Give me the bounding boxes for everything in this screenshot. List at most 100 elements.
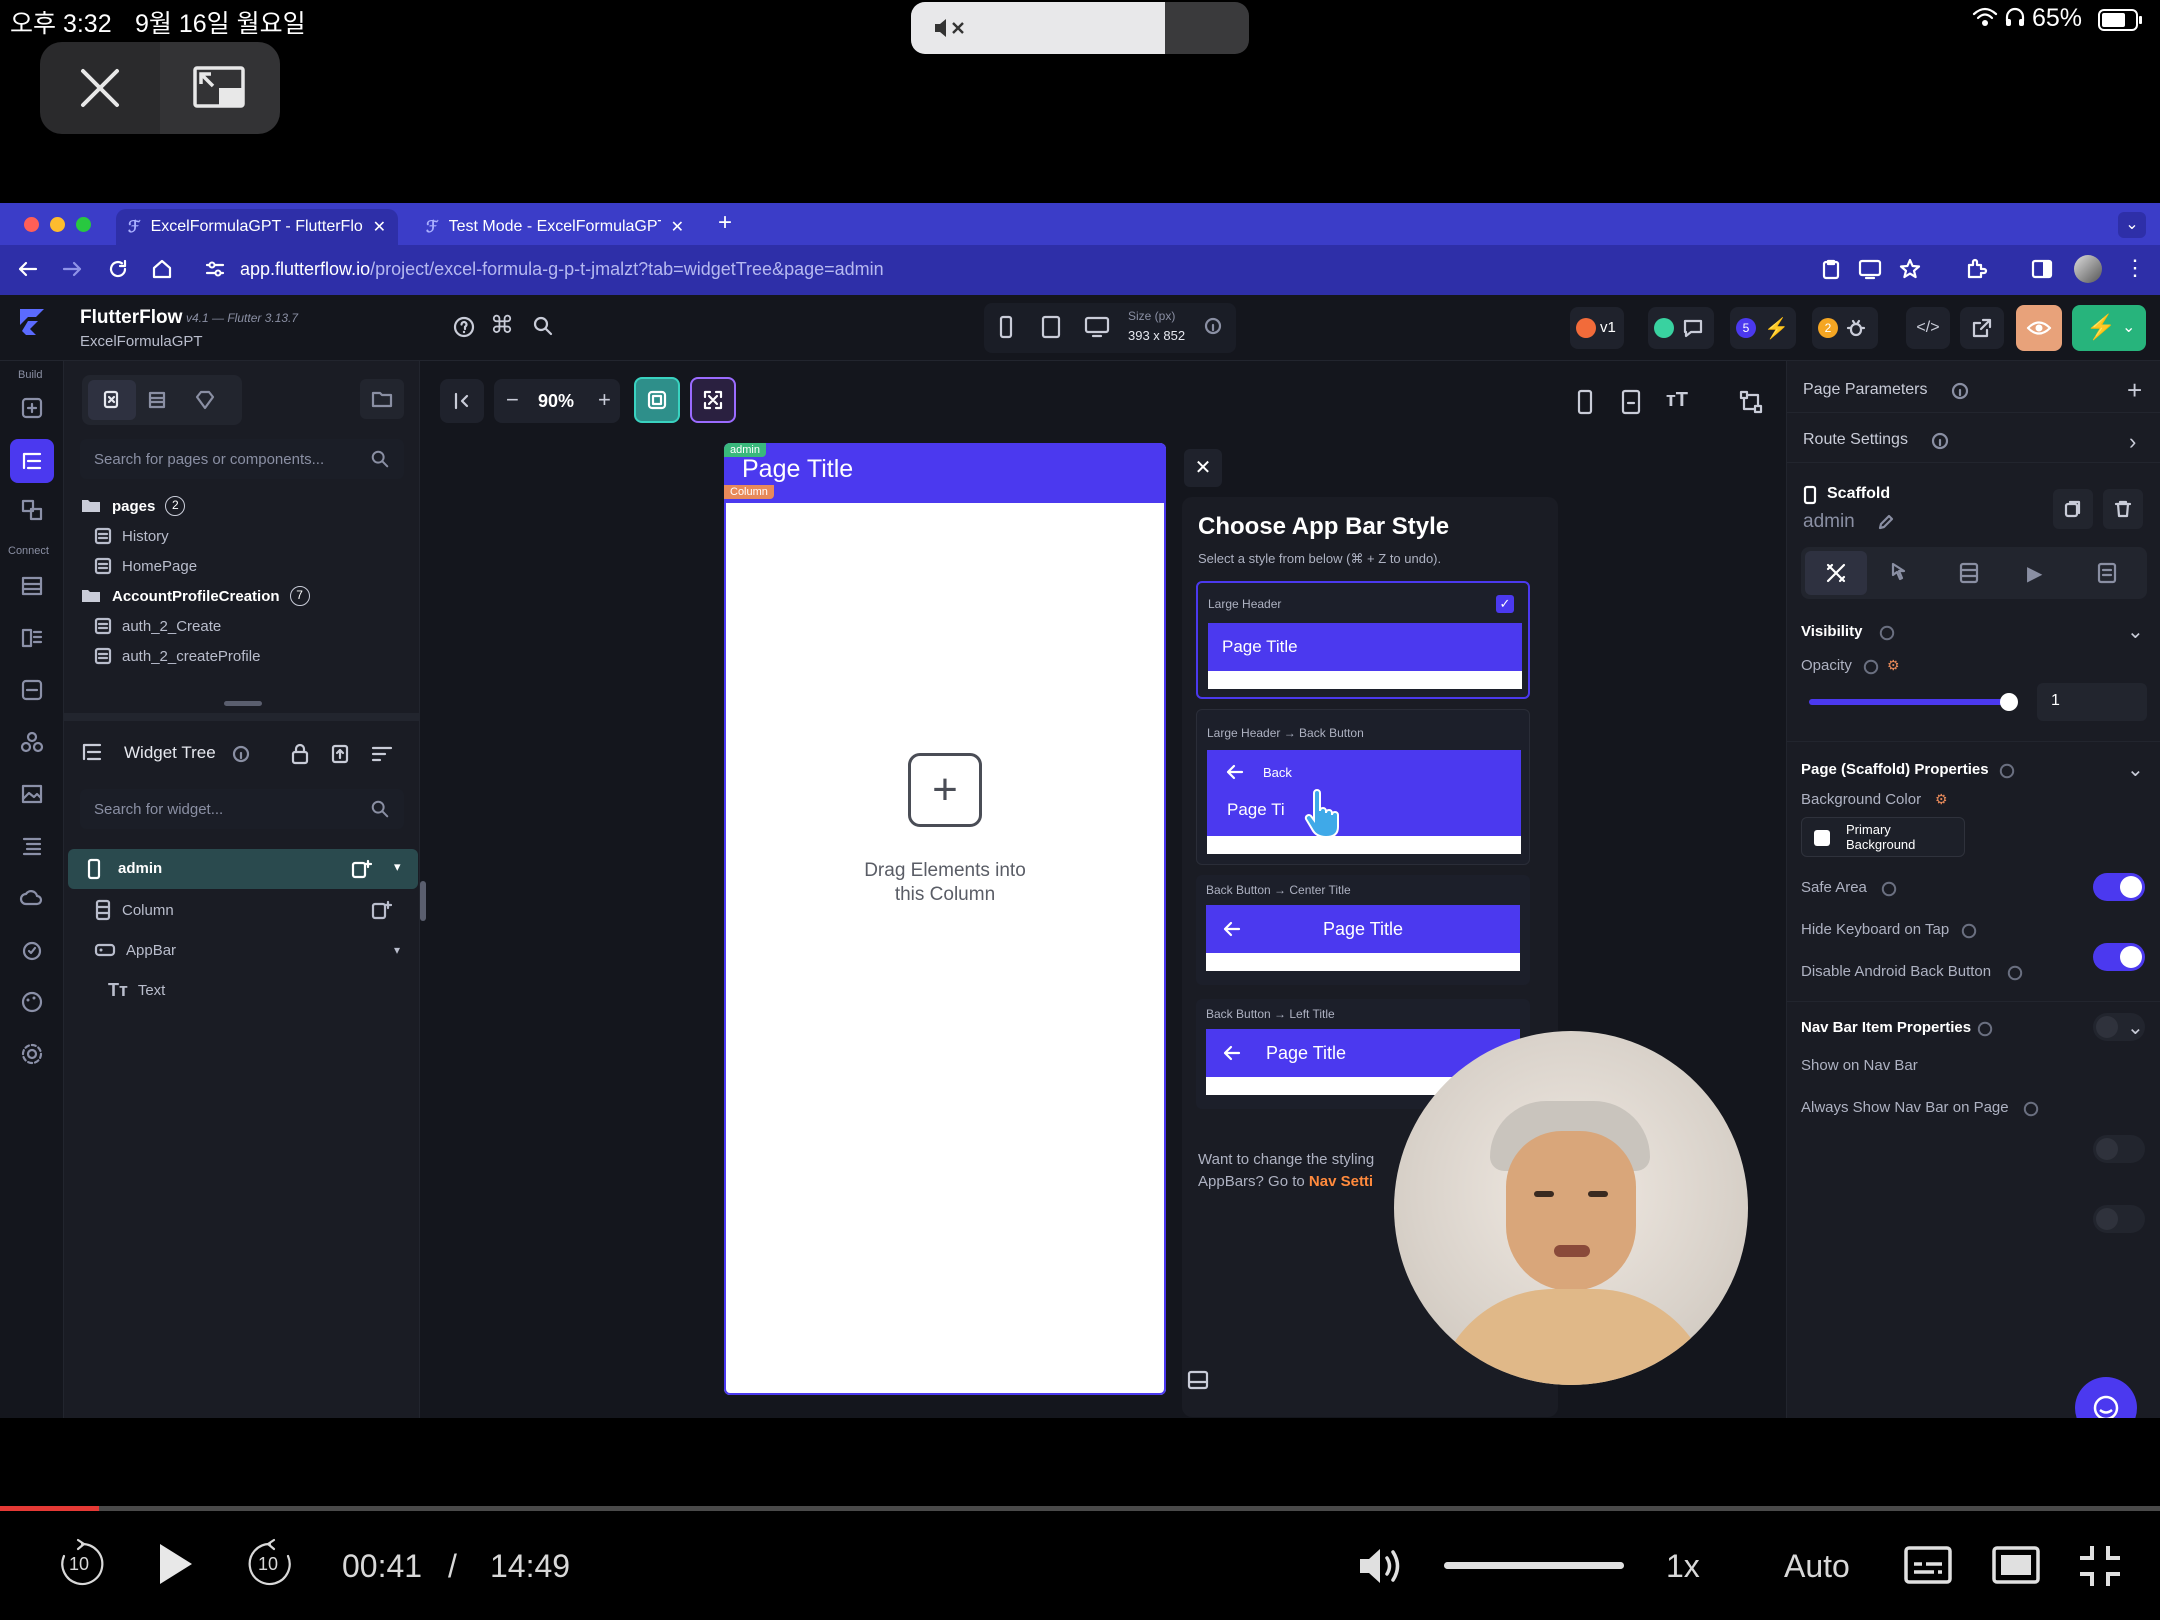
components-icon[interactable]	[15, 493, 49, 527]
page-item[interactable]: auth_2_createProfile	[80, 641, 410, 671]
clipboard-icon[interactable]	[1820, 258, 1842, 280]
skip-forward-button[interactable]: 10	[244, 1538, 296, 1590]
opacity-input[interactable]: 1	[2037, 683, 2147, 721]
page-item[interactable]: HomePage	[80, 551, 410, 581]
variable-link-icon[interactable]: ⚙	[1887, 657, 1900, 674]
home-icon[interactable]	[150, 257, 174, 281]
pip-button[interactable]	[160, 42, 280, 134]
cast-icon[interactable]	[1858, 258, 1882, 280]
hide-keyboard-toggle[interactable]	[2093, 943, 2145, 971]
chevron-down-icon[interactable]: ⌄	[2127, 619, 2144, 644]
components-tab-icon[interactable]	[146, 389, 168, 411]
api-calls-icon[interactable]	[15, 673, 49, 707]
tree-node-column[interactable]: Column	[94, 895, 414, 925]
database-icon[interactable]	[15, 569, 49, 603]
nav-settings-link[interactable]: Nav Setti	[1309, 1173, 1373, 1190]
caret-down-icon[interactable]: ▾	[394, 943, 400, 957]
phone-device-icon[interactable]	[996, 315, 1016, 339]
tab-search-button[interactable]: ⌄	[2118, 212, 2146, 238]
phone-preview-icon[interactable]	[1574, 389, 1596, 415]
safe-area-toggle[interactable]	[2093, 873, 2145, 901]
window-minimize-dot[interactable]	[50, 217, 65, 232]
window-zoom-dot[interactable]	[76, 217, 91, 232]
add-parameter-icon[interactable]: +	[2127, 375, 2142, 406]
page-title-text[interactable]: Page Title	[742, 455, 853, 484]
actions-tab-icon[interactable]	[1887, 561, 1911, 585]
widget-tree-icon[interactable]	[10, 439, 54, 483]
collapse-panel-button[interactable]	[440, 379, 484, 423]
pages-tab-icon[interactable]	[88, 380, 136, 420]
code-view-button[interactable]: </>	[1906, 307, 1950, 349]
edit-pencil-icon[interactable]	[1877, 513, 1895, 531]
toggle-outline-button[interactable]	[634, 377, 680, 423]
subtitles-button[interactable]	[1904, 1546, 1952, 1586]
phone-canvas[interactable]: Page Title admin Column + Drag Elements …	[724, 443, 1166, 1395]
preview-button[interactable]	[2016, 305, 2062, 351]
lock-icon[interactable]	[290, 743, 310, 765]
media-assets-icon[interactable]	[15, 777, 49, 811]
zoom-in-button[interactable]: +	[598, 387, 611, 413]
reload-icon[interactable]	[106, 257, 130, 281]
add-child-icon[interactable]	[370, 899, 392, 921]
collab-badge[interactable]	[1648, 307, 1714, 349]
info-icon[interactable]	[1204, 317, 1222, 335]
agent-icon[interactable]	[15, 933, 49, 967]
window-close-dot[interactable]	[24, 217, 39, 232]
tree-node-text[interactable]: Tт Text	[108, 975, 408, 1005]
close-video-button[interactable]	[40, 42, 160, 134]
play-button[interactable]	[154, 1538, 196, 1590]
url-text[interactable]: app.flutterflow.io/project/excel-formula…	[240, 259, 884, 280]
cloud-functions-icon[interactable]	[15, 725, 49, 759]
tree-node-admin[interactable]: admin ▾	[68, 849, 418, 889]
widget-search-input[interactable]: Search for widget...	[80, 789, 404, 829]
run-button[interactable]: ⚡ ⌄	[2072, 305, 2146, 351]
theater-mode-button[interactable]	[1992, 1546, 2040, 1586]
tablet-device-icon[interactable]	[1040, 315, 1062, 339]
version-badge[interactable]: v1	[1570, 307, 1624, 349]
tablet-preview-icon[interactable]	[1620, 389, 1642, 415]
panel-divider[interactable]	[64, 713, 420, 721]
variable-link-icon[interactable]: ⚙	[1935, 791, 1948, 808]
panel-resize-handle[interactable]	[420, 881, 426, 921]
info-icon[interactable]	[232, 745, 250, 763]
volume-button[interactable]	[1356, 1544, 1406, 1588]
opacity-slider[interactable]	[1809, 693, 2018, 711]
new-folder-button[interactable]	[360, 379, 404, 419]
bg-color-picker[interactable]: Primary Background	[1801, 817, 1965, 857]
backend-query-tab-icon[interactable]	[1957, 561, 1981, 585]
tree-node-appbar[interactable]: AppBar ▾	[94, 935, 414, 965]
profile-avatar[interactable]	[2074, 255, 2102, 283]
app-state-icon[interactable]	[15, 621, 49, 655]
text-scale-icon[interactable]: ᴛT	[1666, 389, 1688, 412]
filter-icon[interactable]	[370, 743, 394, 765]
bug-badge[interactable]: 2	[1812, 307, 1878, 349]
style-option-large-header[interactable]: Large Header ✓ Page Title	[1196, 581, 1530, 699]
add-page-icon[interactable]	[15, 391, 49, 425]
page-search-input[interactable]: Search for pages or components...	[80, 439, 404, 479]
tab-test-mode[interactable]: ℱ Test Mode - ExcelFormulaGPT ✕	[414, 209, 696, 245]
tab-flutterflow[interactable]: ℱ ExcelFormulaGPT - FlutterFlow ✕	[116, 209, 398, 245]
settings-gear-icon[interactable]	[15, 1037, 49, 1071]
chevron-down-icon[interactable]: ⌄	[2127, 1015, 2144, 1040]
docs-tab-icon[interactable]	[2095, 561, 2119, 585]
help-icon[interactable]	[452, 315, 476, 339]
style-option-center-title[interactable]: Back Button → Center Title Page Title	[1196, 875, 1530, 985]
new-tab-button[interactable]: +	[718, 209, 732, 237]
back-arrow-icon[interactable]	[16, 257, 40, 281]
expand-icon[interactable]	[330, 743, 350, 765]
animation-tab-icon[interactable]: ▶	[2027, 561, 2042, 586]
open-new-button[interactable]	[1960, 307, 2004, 349]
opacity-slider-thumb[interactable]	[2000, 693, 2018, 711]
show-nav-toggle[interactable]	[2093, 1135, 2145, 1163]
search-icon[interactable]	[532, 315, 554, 337]
custom-code-icon[interactable]	[15, 829, 49, 863]
always-show-nav-toggle[interactable]	[2093, 1205, 2145, 1233]
duplicate-button[interactable]	[2053, 489, 2093, 529]
style-option-large-header-back[interactable]: Large Header → Back Button Back Page Ti	[1196, 709, 1530, 865]
folder-pages[interactable]: pages 2	[80, 491, 410, 521]
caret-down-icon[interactable]: ▾	[394, 859, 401, 875]
desktop-device-icon[interactable]	[1084, 315, 1110, 339]
volume-slider[interactable]	[1444, 1562, 1624, 1569]
dialog-close-button[interactable]: ✕	[1184, 449, 1222, 487]
bolt-badge[interactable]: 5 ⚡	[1730, 307, 1796, 349]
